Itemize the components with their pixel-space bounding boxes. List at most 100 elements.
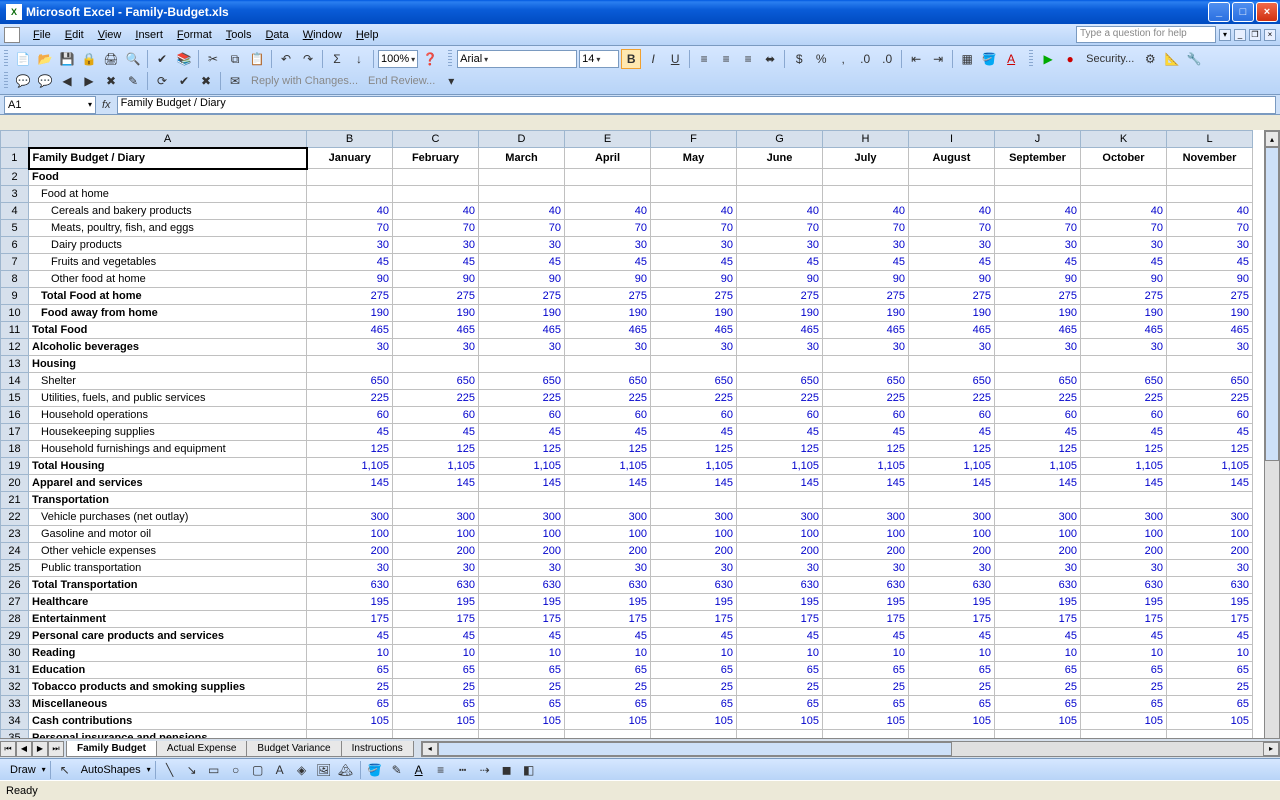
cell-C28[interactable]: 175	[393, 611, 479, 628]
column-header-K[interactable]: K	[1081, 131, 1167, 148]
cell-D12[interactable]: 30	[479, 339, 565, 356]
cell-L13[interactable]	[1167, 356, 1253, 373]
cell-C22[interactable]: 300	[393, 509, 479, 526]
cell-B12[interactable]: 30	[307, 339, 393, 356]
cell-E15[interactable]: 225	[565, 390, 651, 407]
mail-button[interactable]: ✉	[225, 71, 245, 91]
cell-J14[interactable]: 650	[995, 373, 1081, 390]
cell-B9[interactable]: 275	[307, 288, 393, 305]
toolbar-grip[interactable]	[4, 72, 8, 90]
clipart-button[interactable]: 🖼	[314, 760, 334, 780]
cell-B30[interactable]: 10	[307, 645, 393, 662]
select-objects-button[interactable]: ↖	[55, 760, 75, 780]
cell-D1[interactable]: March	[479, 148, 565, 169]
cell-E16[interactable]: 60	[565, 407, 651, 424]
cell-G8[interactable]: 90	[737, 271, 823, 288]
cell-D3[interactable]	[479, 186, 565, 203]
cell-G33[interactable]: 65	[737, 696, 823, 713]
cell-I11[interactable]: 465	[909, 322, 995, 339]
cell-C20[interactable]: 145	[393, 475, 479, 492]
cell-L9[interactable]: 275	[1167, 288, 1253, 305]
name-box[interactable]: A1▾	[4, 96, 96, 114]
paste-button[interactable]: 📋	[247, 49, 267, 69]
zoom-combo[interactable]: 100%▾	[378, 50, 418, 68]
cell-I15[interactable]: 225	[909, 390, 995, 407]
cell-H28[interactable]: 175	[823, 611, 909, 628]
cell-L26[interactable]: 630	[1167, 577, 1253, 594]
cell-F11[interactable]: 465	[651, 322, 737, 339]
cell-L23[interactable]: 100	[1167, 526, 1253, 543]
italic-button[interactable]: I	[643, 49, 663, 69]
row-header-12[interactable]: 12	[1, 339, 29, 356]
cell-A32[interactable]: Tobacco products and smoking supplies	[29, 679, 307, 696]
cell-K8[interactable]: 90	[1081, 271, 1167, 288]
cell-G16[interactable]: 60	[737, 407, 823, 424]
menu-data[interactable]: Data	[258, 27, 295, 43]
row-header-9[interactable]: 9	[1, 288, 29, 305]
cell-G24[interactable]: 200	[737, 543, 823, 560]
cell-D14[interactable]: 650	[479, 373, 565, 390]
cell-D25[interactable]: 30	[479, 560, 565, 577]
cell-K19[interactable]: 1,105	[1081, 458, 1167, 475]
cell-L14[interactable]: 650	[1167, 373, 1253, 390]
cell-J21[interactable]	[995, 492, 1081, 509]
cell-I2[interactable]	[909, 169, 995, 186]
cell-I17[interactable]: 45	[909, 424, 995, 441]
column-header-E[interactable]: E	[565, 131, 651, 148]
copy-button[interactable]: ⧉	[225, 49, 245, 69]
cell-D9[interactable]: 275	[479, 288, 565, 305]
cell-D31[interactable]: 65	[479, 662, 565, 679]
cell-F3[interactable]	[651, 186, 737, 203]
cell-C23[interactable]: 100	[393, 526, 479, 543]
cell-D11[interactable]: 465	[479, 322, 565, 339]
tab-next-button[interactable]: ▶	[32, 741, 48, 757]
cell-F27[interactable]: 195	[651, 594, 737, 611]
cell-I27[interactable]: 195	[909, 594, 995, 611]
cell-H14[interactable]: 650	[823, 373, 909, 390]
cell-D33[interactable]: 65	[479, 696, 565, 713]
new-button[interactable]: 📄	[13, 49, 33, 69]
cell-I20[interactable]: 145	[909, 475, 995, 492]
cell-G7[interactable]: 45	[737, 254, 823, 271]
cell-H3[interactable]	[823, 186, 909, 203]
cell-J31[interactable]: 65	[995, 662, 1081, 679]
column-header-B[interactable]: B	[307, 131, 393, 148]
cell-E18[interactable]: 125	[565, 441, 651, 458]
sheet-tab-actual-expense[interactable]: Actual Expense	[156, 741, 248, 757]
cell-C32[interactable]: 25	[393, 679, 479, 696]
cell-F9[interactable]: 275	[651, 288, 737, 305]
cell-J2[interactable]	[995, 169, 1081, 186]
toolbar-options-button[interactable]: ▾	[441, 71, 461, 91]
cell-A22[interactable]: Vehicle purchases (net outlay)	[29, 509, 307, 526]
cell-D23[interactable]: 100	[479, 526, 565, 543]
cell-H8[interactable]: 90	[823, 271, 909, 288]
delete-comment-button[interactable]: ✖	[101, 71, 121, 91]
cell-C6[interactable]: 30	[393, 237, 479, 254]
increase-indent-button[interactable]: ⇥	[928, 49, 948, 69]
cell-D7[interactable]: 45	[479, 254, 565, 271]
research-button[interactable]: 📚	[174, 49, 194, 69]
design-mode-button[interactable]: 📐	[1162, 49, 1182, 69]
cell-E17[interactable]: 45	[565, 424, 651, 441]
tab-last-button[interactable]: ⏭	[48, 741, 64, 757]
cell-D26[interactable]: 630	[479, 577, 565, 594]
cell-G20[interactable]: 145	[737, 475, 823, 492]
cell-B8[interactable]: 90	[307, 271, 393, 288]
cell-H9[interactable]: 275	[823, 288, 909, 305]
cell-K33[interactable]: 65	[1081, 696, 1167, 713]
cell-K23[interactable]: 100	[1081, 526, 1167, 543]
cell-A9[interactable]: Total Food at home	[29, 288, 307, 305]
cell-L24[interactable]: 200	[1167, 543, 1253, 560]
textbox-button[interactable]: ▢	[248, 760, 268, 780]
accept-change-button[interactable]: ✔	[174, 71, 194, 91]
cell-L21[interactable]	[1167, 492, 1253, 509]
cell-I23[interactable]: 100	[909, 526, 995, 543]
cell-D8[interactable]: 90	[479, 271, 565, 288]
cell-F34[interactable]: 105	[651, 713, 737, 730]
cell-F30[interactable]: 10	[651, 645, 737, 662]
cell-A24[interactable]: Other vehicle expenses	[29, 543, 307, 560]
cell-C30[interactable]: 10	[393, 645, 479, 662]
cell-F17[interactable]: 45	[651, 424, 737, 441]
cell-A34[interactable]: Cash contributions	[29, 713, 307, 730]
cell-J25[interactable]: 30	[995, 560, 1081, 577]
